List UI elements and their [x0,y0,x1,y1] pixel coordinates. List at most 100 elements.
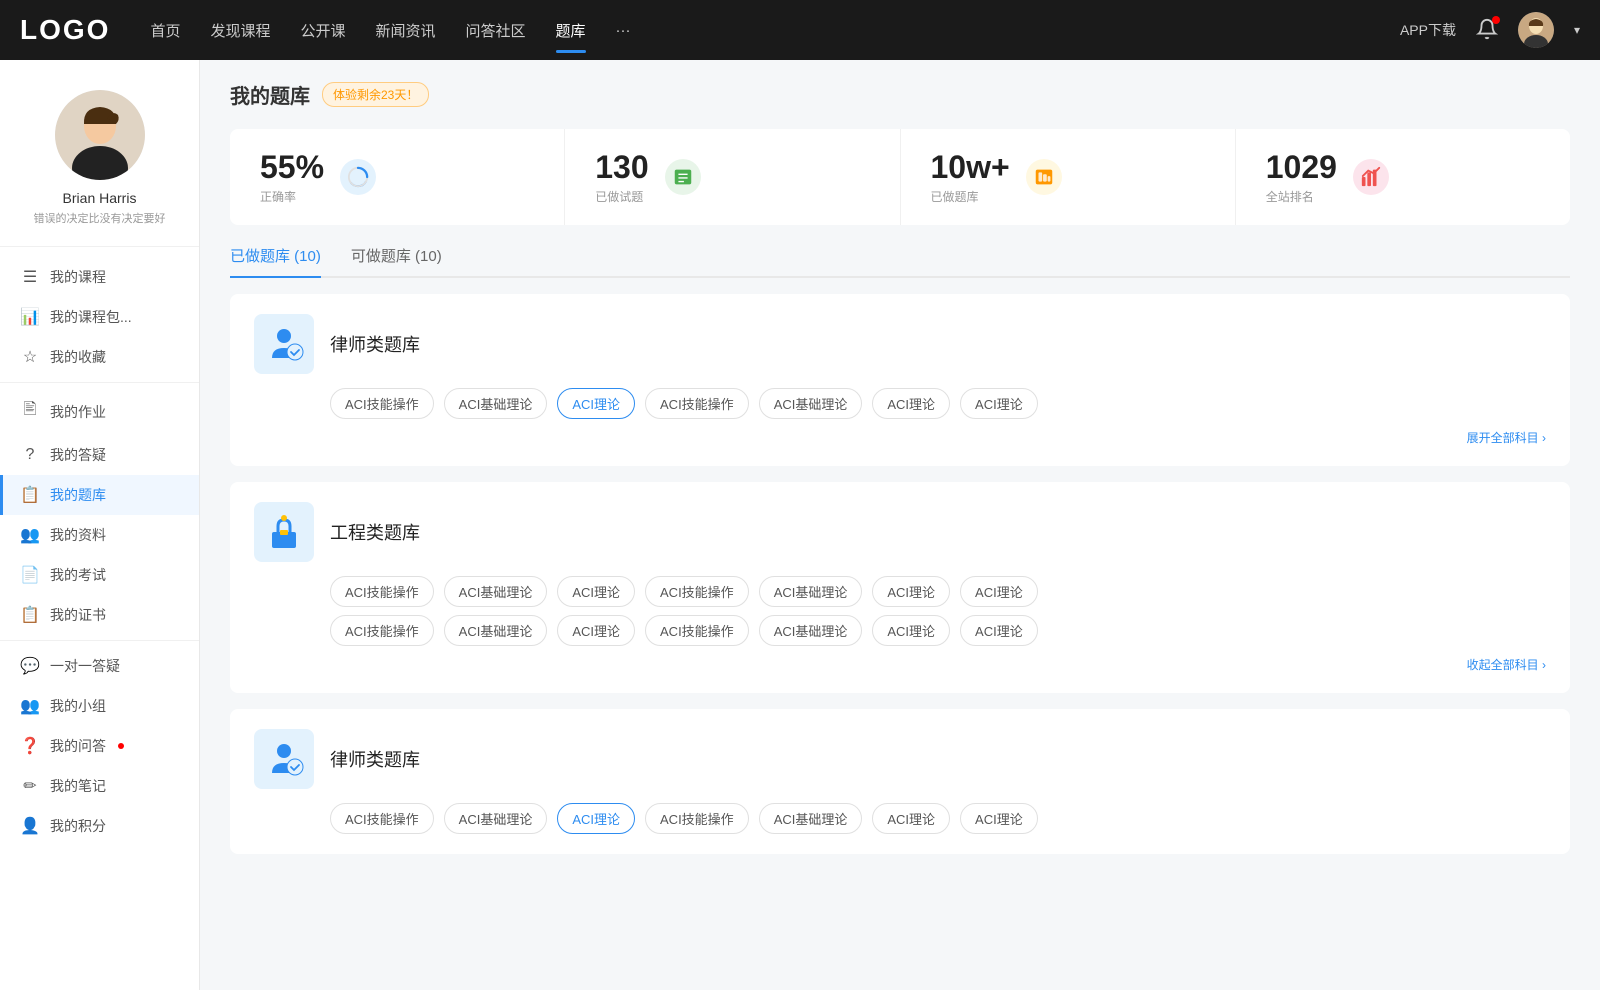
lawyer-icon-2 [254,729,314,789]
stats-row: 55% 正确率 130 已做试题 [230,129,1570,225]
bank-tag[interactable]: ACI理论 [872,615,950,646]
bank-card-engineering-header: 工程类题库 [254,502,1546,562]
bank-tag[interactable]: ACI基础理论 [444,803,548,834]
exam-icon: 📄 [20,565,40,585]
nav-bank[interactable]: 题库 [556,16,586,45]
bank-tag[interactable]: ACI理论 [557,615,635,646]
bank-tag[interactable]: ACI技能操作 [645,615,749,646]
bank-tag[interactable]: ACI技能操作 [330,576,434,607]
coursepack-icon: 📊 [20,307,40,327]
nav-discover[interactable]: 发现课程 [210,16,270,45]
sidebar-item-qa-label: 我的答疑 [50,445,106,465]
sidebar-item-group[interactable]: 👥 我的小组 [0,686,199,726]
unread-dot [118,743,124,749]
bank-footer-engineering: 收起全部科目 › [254,656,1546,673]
bank-tags-lawyer-1: ACI技能操作 ACI基础理论 ACI理论 ACI技能操作 ACI基础理论 AC… [254,388,1546,419]
sidebar-item-exam[interactable]: 📄 我的考试 [0,555,199,595]
bank-tag[interactable]: ACI基础理论 [759,615,863,646]
bank-tag[interactable]: ACI技能操作 [330,615,434,646]
collapse-button-engineering[interactable]: 收起全部科目 › [1467,656,1546,673]
user-avatar[interactable] [1518,12,1554,48]
bank-card-lawyer-1-header: 律师类题库 [254,314,1546,374]
nav-links: 首页 发现课程 公开课 新闻资讯 问答社区 题库 ··· [150,16,1400,45]
sidebar-item-bank[interactable]: 📋 我的题库 [0,475,199,515]
app-download-button[interactable]: APP下载 [1400,20,1456,40]
bank-tag[interactable]: ACI技能操作 [330,388,434,419]
sidebar-item-questions-label: 我的问答 [50,736,106,756]
bank-tag[interactable]: ACI技能操作 [645,803,749,834]
bank-tag[interactable]: ACI理论 [960,615,1038,646]
tab-done-banks[interactable]: 已做题库 (10) [230,245,321,276]
logo[interactable]: LOGO [20,14,110,46]
sidebar-item-1on1-label: 一对一答疑 [50,656,120,676]
sidebar-item-mycourse-label: 我的课程 [50,267,106,287]
bank-tag[interactable]: ACI基础理论 [444,388,548,419]
bank-tag[interactable]: ACI理论 [960,803,1038,834]
bank-tag[interactable]: ACI基础理论 [759,803,863,834]
qa-icon: ? [20,446,40,464]
bank-tag[interactable]: ACI基础理论 [444,576,548,607]
bank-tags-lawyer-2: ACI技能操作 ACI基础理论 ACI理论 ACI技能操作 ACI基础理论 AC… [254,803,1546,834]
nav-openclass[interactable]: 公开课 [300,16,345,45]
bank-card-lawyer-2-header: 律师类题库 [254,729,1546,789]
sidebar-item-homework[interactable]: 🖹 我的作业 [0,388,199,435]
page-title: 我的题库 [230,80,310,109]
sidebar-item-mycourse[interactable]: ☰ 我的课程 [0,257,199,297]
bank-tag-active[interactable]: ACI理论 [557,388,635,419]
sidebar-item-questions[interactable]: ❓ 我的问答 [0,726,199,766]
stat-accuracy-label: 正确率 [260,188,324,205]
bank-title-engineering: 工程类题库 [330,519,420,545]
bank-tag[interactable]: ACI技能操作 [645,576,749,607]
expand-button-lawyer-1[interactable]: 展开全部科目 › [1467,429,1546,446]
sidebar-item-favorites-label: 我的收藏 [50,347,106,367]
bank-title-lawyer-1: 律师类题库 [330,331,420,357]
sidebar-motto: 错误的决定比没有决定要好 [34,210,166,226]
bank-tag[interactable]: ACI基础理论 [759,576,863,607]
sidebar-username: Brian Harris [63,190,137,206]
sidebar-item-cert[interactable]: 📋 我的证书 [0,595,199,635]
nav-qa[interactable]: 问答社区 [466,16,526,45]
bank-tags-engineering-row1: ACI技能操作 ACI基础理论 ACI理论 ACI技能操作 ACI基础理论 AC… [254,576,1546,607]
lawyer-icon-1 [254,314,314,374]
bank-tag[interactable]: ACI理论 [960,388,1038,419]
nav-news[interactable]: 新闻资讯 [376,16,436,45]
bank-tag-active-2[interactable]: ACI理论 [557,803,635,834]
sidebar-item-1on1[interactable]: 💬 一对一答疑 [0,646,199,686]
stat-done-questions: 130 已做试题 [565,129,900,225]
tabs-row: 已做题库 (10) 可做题库 (10) [230,245,1570,278]
bank-title-lawyer-2: 律师类题库 [330,746,420,772]
bank-tag[interactable]: ACI理论 [960,576,1038,607]
sidebar-item-group-label: 我的小组 [50,696,106,716]
tab-available-banks[interactable]: 可做题库 (10) [351,245,442,276]
homework-icon: 🖹 [20,398,40,425]
sidebar-item-notes-label: 我的笔记 [50,776,106,796]
sidebar-item-cert-label: 我的证书 [50,605,106,625]
bank-tag[interactable]: ACI技能操作 [330,803,434,834]
bank-tag[interactable]: ACI理论 [872,803,950,834]
accuracy-icon [340,159,376,195]
sidebar-item-qa[interactable]: ? 我的答疑 [0,435,199,475]
sidebar-item-coursepack[interactable]: 📊 我的课程包... [0,297,199,337]
sidebar-item-notes[interactable]: ✏ 我的笔记 [0,766,199,806]
trial-badge: 体验剩余23天！ [322,82,429,107]
sidebar-item-favorites[interactable]: ☆ 我的收藏 [0,337,199,377]
bank-tag[interactable]: ACI理论 [872,576,950,607]
sidebar-menu: ☰ 我的课程 📊 我的课程包... ☆ 我的收藏 🖹 我的作业 ? 我的答疑 📋 [0,257,199,846]
bank-tag[interactable]: ACI技能操作 [645,388,749,419]
sidebar: Brian Harris 错误的决定比没有决定要好 ☰ 我的课程 📊 我的课程包… [0,60,200,990]
bank-tag[interactable]: ACI理论 [557,576,635,607]
nav-home[interactable]: 首页 [150,16,180,45]
stat-banks-label: 已做题库 [931,188,1010,205]
notification-dot [1492,16,1500,24]
sidebar-item-points[interactable]: 👤 我的积分 [0,806,199,846]
bank-tag[interactable]: ACI基础理论 [444,615,548,646]
sidebar-item-profile[interactable]: 👥 我的资料 [0,515,199,555]
bank-tag[interactable]: ACI基础理论 [759,388,863,419]
bank-tag[interactable]: ACI理论 [872,388,950,419]
user-dropdown-arrow[interactable]: ▾ [1574,23,1580,37]
stat-banks-number: 10w+ [931,149,1010,186]
notification-bell[interactable] [1476,18,1498,43]
nav-more[interactable]: ··· [616,18,631,43]
stat-ranking-label: 全站排名 [1266,188,1337,205]
bank-card-engineering: 工程类题库 ACI技能操作 ACI基础理论 ACI理论 ACI技能操作 ACI基… [230,482,1570,693]
